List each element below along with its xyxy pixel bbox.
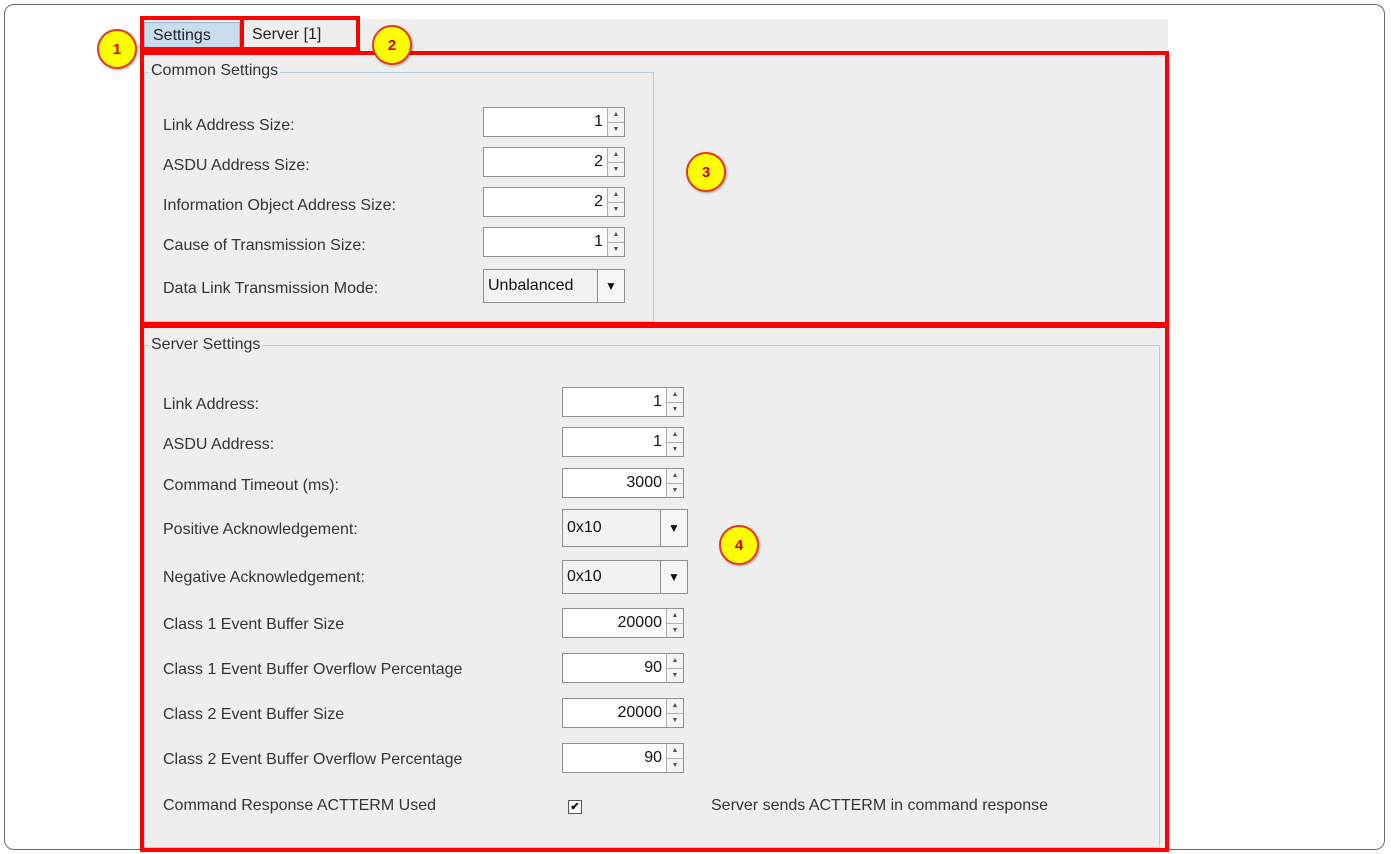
callout-marker-3: 3 [686, 152, 726, 192]
highlight-box-common-settings [140, 51, 1169, 326]
highlight-box-tabs [140, 16, 360, 51]
callout-marker-1: 1 [97, 29, 137, 69]
highlight-box-server-settings [140, 324, 1169, 852]
callout-marker-2: 2 [372, 25, 412, 65]
tab-divider [240, 16, 244, 51]
callout-marker-4: 4 [719, 525, 759, 565]
